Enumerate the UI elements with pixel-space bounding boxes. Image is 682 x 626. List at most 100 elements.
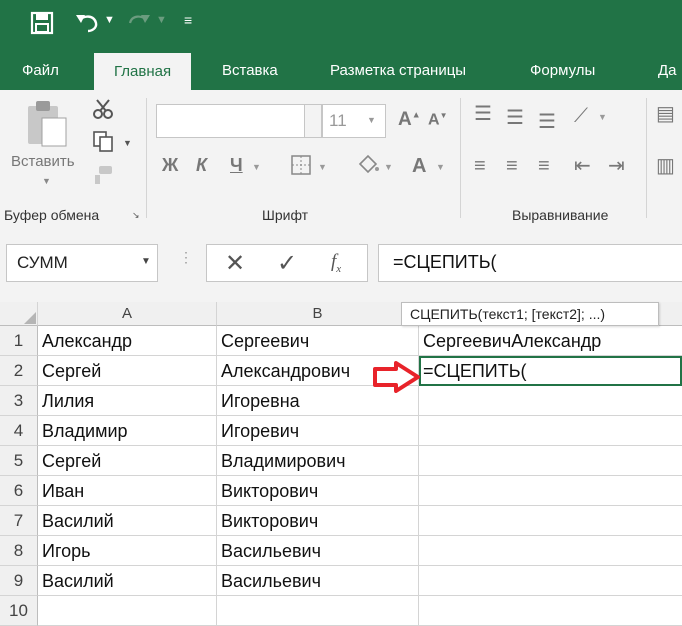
cell-a7[interactable]: Василий xyxy=(38,506,217,536)
cut-icon[interactable] xyxy=(92,98,114,120)
cell-c2[interactable]: =СЦЕПИТЬ( xyxy=(419,356,682,386)
cell-c7[interactable] xyxy=(419,506,682,536)
formula-bar-grip-icon[interactable]: ⋮ xyxy=(179,250,193,264)
merge-cells-icon[interactable]: ▥ xyxy=(656,156,675,176)
align-top-icon[interactable]: ☰ xyxy=(474,104,492,124)
cell-a2[interactable]: Сергей xyxy=(38,356,217,386)
name-box[interactable]: СУММ ▼ xyxy=(6,244,158,282)
cell-a1[interactable]: Александр xyxy=(38,326,217,356)
cell-a5[interactable]: Сергей xyxy=(38,446,217,476)
borders-dropdown-icon[interactable]: ▼ xyxy=(318,162,327,172)
paste-icon[interactable] xyxy=(24,98,70,148)
cell-c8[interactable] xyxy=(419,536,682,566)
cell-b6[interactable]: Викторович xyxy=(217,476,419,506)
font-size-dropdown-icon[interactable]: ▼ xyxy=(367,115,376,125)
row-header[interactable]: 6 xyxy=(0,476,38,506)
cell-b10[interactable] xyxy=(217,596,419,626)
cell-c1[interactable]: СергеевичАлександр xyxy=(419,326,682,356)
fill-color-icon[interactable] xyxy=(356,152,380,176)
increase-font-size-icon[interactable]: A▲ xyxy=(398,110,421,129)
paste-dropdown-icon[interactable]: ▼ xyxy=(42,176,51,186)
paste-label[interactable]: Вставить xyxy=(11,153,75,170)
row-header[interactable]: 1 xyxy=(0,326,38,356)
tab-page-layout[interactable]: Разметка страницы xyxy=(330,62,466,79)
italic-button[interactable]: К xyxy=(196,156,207,174)
tab-home[interactable]: Главная xyxy=(94,53,192,90)
row-header[interactable]: 4 xyxy=(0,416,38,446)
tab-data[interactable]: Да xyxy=(658,62,677,79)
cell-a10[interactable] xyxy=(38,596,217,626)
cancel-icon[interactable]: ✕ xyxy=(225,249,245,278)
cell-c5[interactable] xyxy=(419,446,682,476)
copy-icon[interactable] xyxy=(92,130,114,152)
copy-dropdown-icon[interactable]: ▼ xyxy=(123,138,132,148)
wrap-text-icon[interactable]: ▤ xyxy=(656,104,675,124)
orientation-icon[interactable]: ⟋ xyxy=(574,106,588,126)
borders-icon[interactable] xyxy=(290,154,312,176)
cell-c9[interactable] xyxy=(419,566,682,596)
align-center-icon[interactable]: ≡ xyxy=(506,156,518,176)
row-header[interactable]: 5 xyxy=(0,446,38,476)
undo-icon[interactable] xyxy=(74,12,100,34)
font-name-box[interactable] xyxy=(156,104,306,138)
cell-b8[interactable]: Васильевич xyxy=(217,536,419,566)
row-header[interactable]: 7 xyxy=(0,506,38,536)
name-box-value: СУММ xyxy=(17,253,68,272)
increase-indent-icon[interactable]: ⇥ xyxy=(608,156,625,176)
align-bottom-icon[interactable]: ☰ xyxy=(538,112,556,132)
underline-dropdown-icon[interactable]: ▼ xyxy=(252,162,261,172)
cell-a8[interactable]: Игорь xyxy=(38,536,217,566)
cell-c10[interactable] xyxy=(419,596,682,626)
orientation-dropdown-icon[interactable]: ▼ xyxy=(598,112,607,122)
row-header[interactable]: 2 xyxy=(0,356,38,386)
cell-a3[interactable]: Лилия xyxy=(38,386,217,416)
cell-b4[interactable]: Игоревич xyxy=(217,416,419,446)
row-header[interactable]: 8 xyxy=(0,536,38,566)
font-color-dropdown-icon[interactable]: ▼ xyxy=(436,162,445,172)
redo-icon[interactable] xyxy=(126,12,152,34)
cell-a4[interactable]: Владимир xyxy=(38,416,217,446)
alignment-group-label: Выравнивание xyxy=(512,207,609,223)
undo-dropdown-icon[interactable]: ▼ xyxy=(104,14,115,26)
font-group-label: Шрифт xyxy=(262,207,309,223)
clipboard-launcher-icon[interactable]: ↘ xyxy=(132,210,140,221)
tab-insert[interactable]: Вставка xyxy=(222,62,278,79)
bold-button[interactable]: Ж xyxy=(162,156,178,174)
fill-color-dropdown-icon[interactable]: ▼ xyxy=(384,162,393,172)
cell-b1[interactable]: Сергеевич xyxy=(217,326,419,356)
customize-quick-access-icon[interactable]: ≡ xyxy=(184,12,192,28)
tab-formulas[interactable]: Формулы xyxy=(530,62,595,79)
row-header[interactable]: 3 xyxy=(0,386,38,416)
enter-icon[interactable]: ✓ xyxy=(277,249,297,278)
clipboard-group-label: Буфер обмена xyxy=(4,207,100,223)
row-header[interactable]: 9 xyxy=(0,566,38,596)
underline-button[interactable]: Ч xyxy=(230,156,243,174)
insert-function-icon[interactable]: fx xyxy=(331,251,341,275)
name-box-dropdown-icon[interactable]: ▼ xyxy=(141,256,151,267)
align-right-icon[interactable]: ≡ xyxy=(538,156,550,176)
cell-b9[interactable]: Васильевич xyxy=(217,566,419,596)
decrease-font-size-icon[interactable]: A▼ xyxy=(428,112,447,128)
row-header[interactable]: 10 xyxy=(0,596,38,626)
align-middle-icon[interactable]: ☰ xyxy=(506,108,524,128)
select-all-button[interactable] xyxy=(0,302,38,326)
format-painter-icon[interactable] xyxy=(92,164,114,186)
font-color-icon[interactable]: A xyxy=(412,156,426,176)
column-header-a[interactable]: A xyxy=(38,302,217,326)
formula-input[interactable]: =СЦЕПИТЬ( xyxy=(378,244,682,282)
cell-a6[interactable]: Иван xyxy=(38,476,217,506)
column-header-b[interactable]: B xyxy=(217,302,419,326)
font-size-box[interactable]: 11 ▼ xyxy=(322,104,386,138)
save-icon[interactable] xyxy=(30,11,54,35)
cell-a9[interactable]: Василий xyxy=(38,566,217,596)
tab-file[interactable]: Файл xyxy=(22,62,59,79)
cell-c4[interactable] xyxy=(419,416,682,446)
redo-dropdown-icon[interactable]: ▼ xyxy=(156,14,167,26)
decrease-indent-icon[interactable]: ⇤ xyxy=(574,156,591,176)
cell-b5[interactable]: Владимирович xyxy=(217,446,419,476)
cell-b7[interactable]: Викторович xyxy=(217,506,419,536)
align-left-icon[interactable]: ≡ xyxy=(474,156,486,176)
cell-c3[interactable] xyxy=(419,386,682,416)
font-name-dropdown[interactable] xyxy=(304,104,322,138)
cell-c6[interactable] xyxy=(419,476,682,506)
